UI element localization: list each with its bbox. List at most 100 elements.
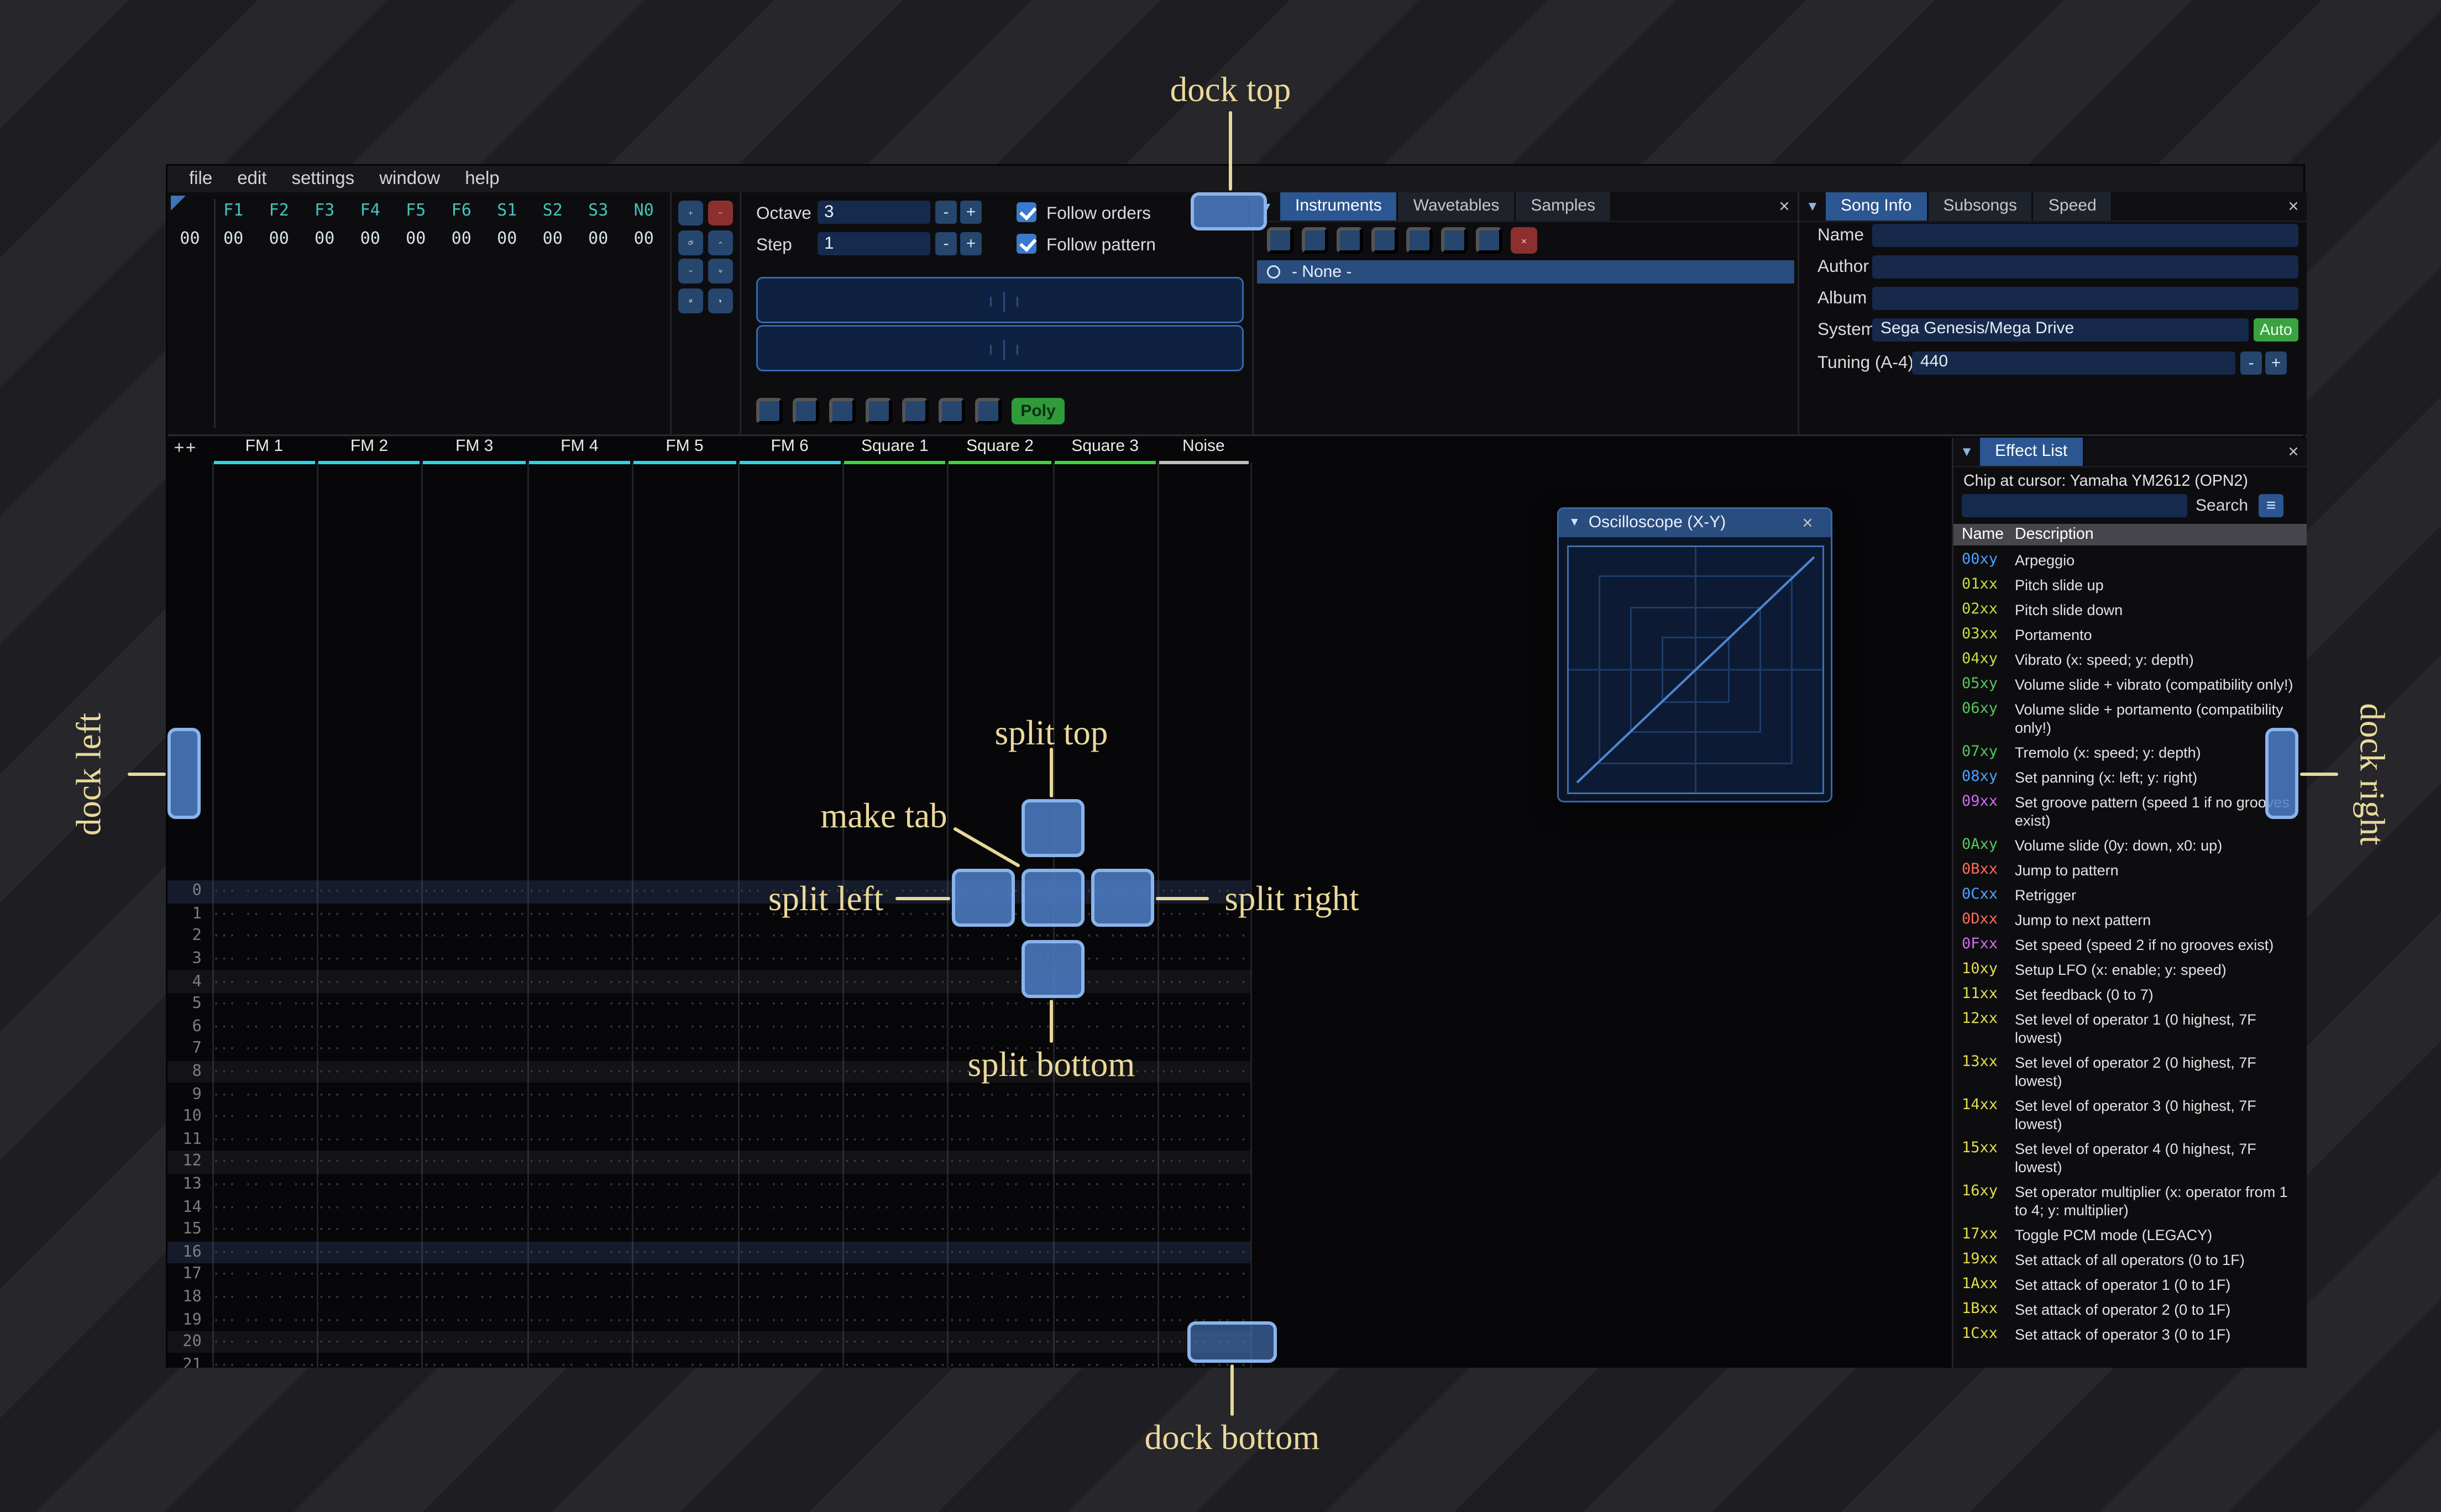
effect-list-item[interactable]: 19xx Set attack of all operators (0 to 1F…	[1953, 1248, 2307, 1273]
pattern-cell[interactable]: ··· ·· ·· ···	[947, 1290, 1052, 1305]
pattern-cell[interactable]: ··· ·· ·· ···	[212, 1087, 317, 1102]
octave-decrease-button[interactable]: -	[935, 201, 957, 224]
pattern-cell[interactable]: ··· ·· ·· ···	[737, 997, 842, 1012]
step-input[interactable]: 1	[818, 232, 930, 255]
effect-list-item[interactable]: 1Axx Set attack of operator 1 (0 to 1F)	[1953, 1273, 2307, 1298]
pattern-cell[interactable]: ··· ·· ·· ···	[422, 929, 527, 944]
effect-list-item[interactable]: 0Cxx Retrigger	[1953, 884, 2307, 909]
play-pattern-button[interactable]	[793, 398, 819, 424]
pattern-cell[interactable]: ··· ·· ·· ···	[737, 929, 842, 944]
order-cell[interactable]: 00	[575, 230, 621, 249]
pattern-cell[interactable]: ··· ·· ·· ···	[422, 1245, 527, 1259]
tab-instruments[interactable]: Instruments	[1280, 192, 1398, 221]
pattern-cell[interactable]: ··· ·· ·· ···	[527, 1020, 632, 1035]
pattern-cell[interactable]: ··· ·· ·· ···	[422, 1087, 527, 1102]
move-order-down-button[interactable]	[678, 259, 703, 284]
pattern-cell[interactable]: ··· ·· ·· ···	[317, 952, 422, 967]
instrument-list-item[interactable]: - None -	[1257, 260, 1794, 284]
order-cell[interactable]: 00	[348, 230, 394, 249]
pattern-cell[interactable]: ··· ·· ·· ···	[842, 1335, 947, 1350]
pattern-cell[interactable]: ··· ·· ·· ···	[422, 1020, 527, 1035]
menu-window[interactable]: window	[379, 169, 440, 189]
pattern-cell[interactable]: ··· ·· ·· ···	[422, 952, 527, 967]
step-row-button[interactable]	[866, 398, 892, 424]
pattern-cell[interactable]: ··· ·· ·· ···	[422, 884, 527, 899]
pattern-cell[interactable]: ··· ·· ·· ···	[422, 1154, 527, 1169]
pattern-cell[interactable]: ··· ·· ·· ···	[632, 1042, 737, 1057]
pattern-cell[interactable]: ··· ·· ·· ···	[422, 997, 527, 1012]
pattern-cell[interactable]: ··· ·· ·· ···	[842, 1064, 947, 1079]
pattern-cell[interactable]: ··· ·· ·· ···	[632, 1335, 737, 1350]
pattern-cell[interactable]: ··· ·· ·· ···	[737, 1245, 842, 1259]
repeat-pattern-button[interactable]	[975, 398, 1002, 424]
tab-speed[interactable]: Speed	[2033, 192, 2113, 221]
pattern-cell[interactable]: ··· ·· ·· ···	[737, 1200, 842, 1215]
tab-song-info[interactable]: Song Info	[1826, 192, 1929, 221]
pattern-cell[interactable]: ··· ·· ·· ···	[737, 1177, 842, 1192]
octave-increase-button[interactable]: +	[960, 201, 982, 224]
pattern-cell[interactable]: ··· ·· ·· ···	[737, 1313, 842, 1327]
effect-list-options-button[interactable]: ≡	[2259, 494, 2283, 517]
pattern-cell[interactable]: ··· ·· ·· ···	[1052, 1357, 1157, 1368]
effect-list-item[interactable]: 1Bxx Set attack of operator 2 (0 to 1F)	[1953, 1298, 2307, 1323]
pattern-cell[interactable]: ··· ·· ·· ···	[947, 1020, 1052, 1035]
pattern-cell[interactable]: ··· ·· ·· ···	[317, 1154, 422, 1169]
pattern-cell[interactable]: ··· ·· ·· ·	[1157, 1042, 1249, 1057]
add-order-button[interactable]	[678, 201, 703, 225]
pattern-cell[interactable]: ··· ·· ·· ···	[212, 1222, 317, 1237]
pattern-cell[interactable]: ··· ·· ·· ···	[422, 1222, 527, 1237]
effect-list-item[interactable]: 05xy Volume slide + vibrato (compatibilit…	[1953, 673, 2307, 698]
pattern-cell[interactable]: ··· ·· ·· ···	[212, 1290, 317, 1305]
effect-list-item[interactable]: 16xy Set operator multiplier (x: operator…	[1953, 1180, 2307, 1224]
pattern-cell[interactable]: ··· ·· ·· ···	[422, 1132, 527, 1147]
pattern-cell[interactable]: ··· ·· ·· ···	[842, 1132, 947, 1147]
menu-help[interactable]: help	[465, 169, 499, 189]
pattern-cell[interactable]: ··· ·· ·· ···	[947, 1087, 1052, 1102]
effect-list-item[interactable]: 11xx Set feedback (0 to 7)	[1953, 983, 2307, 1008]
pattern-cell[interactable]: ··· ·· ·· ···	[212, 1335, 317, 1350]
pattern-cell[interactable]: ··· ·· ·· ···	[1052, 1267, 1157, 1282]
pattern-cell[interactable]: ··· ·· ·· ···	[842, 1357, 947, 1368]
pattern-cell[interactable]: ··· ·· ·· ·	[1157, 1110, 1249, 1125]
tab-subsongs[interactable]: Subsongs	[1928, 192, 2034, 221]
pattern-cell[interactable]: ··· ·· ·· ···	[317, 997, 422, 1012]
pattern-cell[interactable]: ··· ·· ·· ···	[422, 1042, 527, 1057]
pattern-cell[interactable]: ··· ·· ·· ···	[212, 1177, 317, 1192]
auto-system-button[interactable]: Auto	[2254, 318, 2298, 342]
pattern-cell[interactable]: ··· ·· ·· ·	[1157, 1245, 1249, 1259]
pattern-cell[interactable]: ··· ·· ·· ···	[212, 1110, 317, 1125]
dock-target-left[interactable]	[167, 728, 201, 819]
pattern-cell[interactable]: ··· ·· ·· ···	[317, 1335, 422, 1350]
close-effect-list-button[interactable]: ×	[2280, 438, 2307, 466]
pattern-cell[interactable]: ··· ·· ·· ···	[737, 1087, 842, 1102]
play-button[interactable]	[756, 398, 783, 424]
effect-list-item[interactable]: 15xx Set level of operator 4 (0 highest, …	[1953, 1137, 2307, 1180]
effect-list-item[interactable]: 0Fxx Set speed (speed 2 if no grooves exi…	[1953, 933, 2307, 958]
channel-header-square-3[interactable]: Square 3	[1052, 438, 1157, 464]
pattern-cell[interactable]: ··· ·· ·· ···	[737, 1042, 842, 1057]
pattern-cell[interactable]: ··· ·· ·· ···	[527, 1267, 632, 1282]
pattern-cell[interactable]: ··· ·· ·· ···	[1052, 1154, 1157, 1169]
pattern-cell[interactable]: ··· ·· ·· ···	[212, 974, 317, 989]
pattern-cell[interactable]: ··· ·· ·· ···	[632, 997, 737, 1012]
pattern-cell[interactable]: ··· ·· ·· ···	[527, 1245, 632, 1259]
pattern-cell[interactable]: ··· ·· ·· ···	[842, 1200, 947, 1215]
pattern-cell[interactable]: ··· ·· ·· ···	[527, 929, 632, 944]
tuning-decrease-button[interactable]: -	[2240, 351, 2262, 375]
channel-header-square-1[interactable]: Square 1	[842, 438, 947, 464]
tab-effect-list[interactable]: Effect List	[1980, 438, 2084, 466]
octave-input[interactable]: 3	[818, 201, 930, 224]
effect-list-item[interactable]: 02xx Pitch slide down	[1953, 599, 2307, 623]
pattern-cell[interactable]: ··· ·· ·· ···	[737, 1335, 842, 1350]
open-instrument-button[interactable]	[1337, 227, 1363, 254]
pattern-cell[interactable]: ··· ·· ·· ···	[212, 1020, 317, 1035]
pattern-cell[interactable]: ··· ·· ·· ···	[317, 929, 422, 944]
duplicate-order-end-button[interactable]	[707, 259, 732, 284]
channel-header-noise[interactable]: Noise	[1157, 438, 1249, 464]
pattern-cell[interactable]: ··· ·· ·· ···	[527, 974, 632, 989]
pattern-cell[interactable]: ··· ·· ·· ···	[422, 1357, 527, 1368]
pattern-cell[interactable]: ··· ·· ·· ···	[842, 1020, 947, 1035]
pattern-cell[interactable]: ··· ·· ·· ···	[527, 884, 632, 899]
pattern-cell[interactable]: ··· ·· ·· ···	[737, 974, 842, 989]
pattern-cell[interactable]: ··· ·· ·· ···	[317, 974, 422, 989]
